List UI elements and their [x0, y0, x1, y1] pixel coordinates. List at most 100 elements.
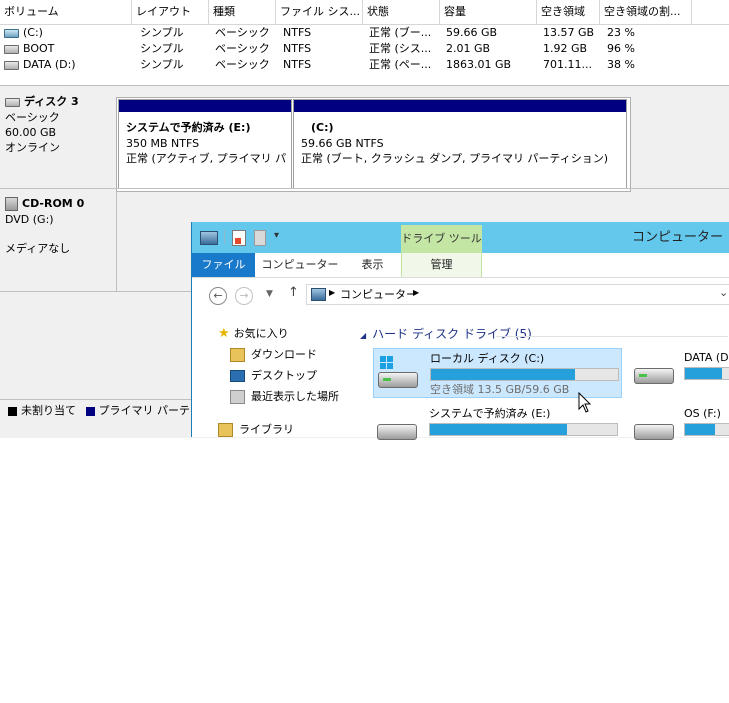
hard-drive-icon [632, 416, 676, 452]
nav-item-recent[interactable]: 最近表示した場所 [230, 389, 339, 405]
partition-size: 350 MB NTFS [126, 137, 200, 150]
volume-cell-name: BOOT [4, 41, 128, 57]
col-volume[interactable]: ボリューム [0, 0, 132, 24]
drive-usage-fill [685, 368, 723, 379]
volume-cell-layout: シンプル [140, 58, 184, 71]
nav-favorites[interactable]: ★ お気に入り [218, 326, 289, 342]
forward-arrow-icon[interactable]: → [235, 287, 253, 305]
volume-cell-free: 701.11... [543, 58, 592, 71]
disk-state: オンライン [5, 141, 60, 154]
nav-item-label: デスクトップ [251, 369, 317, 382]
nav-item-downloads[interactable]: ダウンロード [230, 347, 317, 363]
drive-usage-bar [430, 368, 619, 381]
volume-cell-layout: シンプル [140, 26, 184, 39]
drive-name: システムで予約済み (E:) [429, 407, 551, 420]
cdrom-0-label[interactable]: CD-ROM 0 DVD (G:) メディアなし [5, 196, 113, 286]
new-folder-icon[interactable] [254, 230, 266, 246]
tab-computer[interactable]: コンピューター [255, 253, 345, 277]
partition-title: (C:) [311, 121, 334, 134]
hard-drive-icon [632, 358, 676, 394]
drive-tile-d[interactable]: DATA (D:) [632, 348, 729, 398]
separator [224, 230, 225, 244]
unallocated-swatch [8, 406, 17, 416]
col-free[interactable]: 空き領域 [537, 0, 600, 24]
tab-file[interactable]: ファイル [192, 253, 255, 277]
breadcrumb-chevron-icon[interactable]: ▶ [329, 288, 335, 297]
col-free-pct[interactable]: 空き領域の割... [600, 0, 692, 24]
properties-check [235, 238, 241, 244]
context-tab-drive-tools: ドライブ ツール [401, 225, 482, 253]
col-type[interactable]: 種類 [209, 0, 276, 24]
primary-swatch [85, 406, 95, 416]
col-layout[interactable]: レイアウト [132, 0, 209, 24]
partition-title: システムで予約済み (E:) [126, 121, 251, 134]
nav-libraries[interactable]: ライブラリ [218, 422, 294, 438]
volume-cell-free: 1.92 GB [543, 42, 588, 55]
collapse-icon: ◢ [360, 331, 367, 340]
explorer-titlebar[interactable]: ▾ ドライブ ツール コンピューター [192, 222, 729, 253]
breadcrumb-computer[interactable]: コンピューター [340, 285, 417, 304]
volume-row[interactable]: (C:) シンプル ベーシック NTFS 正常 (ブー... 59.66 GB 13.57 … [0, 25, 729, 41]
volume-name: BOOT [23, 42, 55, 55]
volume-icon [4, 44, 19, 54]
partition-system-reserved[interactable]: システムで予約済み (E:) 350 MB NTFS 正常 (アクティブ, プラ… [118, 99, 292, 189]
volume-cell-status: 正常 (シス... [369, 42, 432, 55]
volume-cell-type: ベーシック [215, 42, 270, 55]
address-dropdown-icon[interactable]: ⌄ [719, 286, 728, 299]
disk-3-partitions: システムで予約済み (E:) 350 MB NTFS 正常 (アクティブ, プラ… [116, 97, 631, 192]
drive-tile-f[interactable]: OS (F:) [632, 404, 729, 444]
legend-primary: プライマリ パーティシ [98, 404, 200, 417]
drive-usage-bar [429, 423, 618, 436]
volume-cell-free: 13.57 GB [543, 26, 595, 39]
navigation-bar: ← → ▼ ↑ ▶ コンピューター ▶ ⌄ [192, 278, 729, 312]
volume-cell-type: ベーシック [215, 58, 270, 71]
drive-tile-c[interactable]: ローカル ディスク (C:) 空き領域 13.5 GB/59.6 GB [373, 348, 622, 398]
address-bar[interactable]: ▶ コンピューター ▶ ⌄ [306, 284, 729, 305]
group-header[interactable]: ◢ ハード ディスク ドライブ (5) [360, 326, 532, 344]
disk-type: DVD (G:) [5, 213, 54, 226]
disk-icon [5, 97, 20, 107]
window-title: コンピューター [632, 230, 724, 245]
nav-favorites-label: お気に入り [233, 327, 289, 340]
group-divider [496, 336, 728, 337]
tab-manage[interactable]: 管理 [401, 253, 482, 277]
volume-cell-name: (C:) [4, 25, 128, 41]
volume-cell-pct: 96 % [607, 42, 635, 55]
recent-dropdown-icon[interactable]: ▼ [266, 289, 273, 299]
drive-usage-fill [431, 369, 575, 380]
libraries-icon [218, 423, 233, 437]
volume-cell-pct: 38 % [607, 58, 635, 71]
col-filesystem[interactable]: ファイル シス... [276, 0, 363, 24]
disk-3-label[interactable]: ディスク 3 ベーシック 60.00 GB オンライン [5, 94, 113, 186]
volume-cell-capacity: 1863.01 GB [446, 58, 512, 71]
nav-item-label: 最近表示した場所 [251, 390, 339, 403]
downloads-folder-icon [230, 348, 245, 362]
volume-row[interactable]: BOOT シンプル ベーシック NTFS 正常 (シス... 2.01 GB 1.92 GB… [0, 41, 729, 57]
disk-type: ベーシック [5, 111, 60, 124]
volume-row[interactable]: DATA (D:) シンプル ベーシック NTFS 正常 (ペー... 1863.01 G… [0, 57, 729, 73]
volume-cell-status: 正常 (ペー... [369, 58, 432, 71]
customize-quick-access-icon[interactable]: ▾ [274, 230, 279, 241]
col-capacity[interactable]: 容量 [440, 0, 537, 24]
computer-icon[interactable] [200, 231, 218, 245]
desktop-icon [230, 370, 245, 382]
partition-status: 正常 (アクティブ, プライマリ パーティ [126, 152, 286, 165]
volume-system-icon [4, 28, 19, 38]
breadcrumb-chevron-icon[interactable]: ▶ [413, 288, 419, 297]
up-arrow-icon[interactable]: ↑ [288, 285, 299, 300]
col-status[interactable]: 状態 [363, 0, 440, 24]
disk-name: CD-ROM 0 [22, 197, 85, 210]
back-arrow-icon[interactable]: ← [209, 287, 227, 305]
volume-name: DATA (D:) [23, 58, 76, 71]
primary-partition-bar [119, 100, 291, 112]
volume-cell-pct: 23 % [607, 26, 635, 39]
tab-view[interactable]: 表示 [345, 253, 400, 277]
partition-c[interactable]: (C:) 59.66 GB NTFS 正常 (ブート, クラッシュ ダンプ, プ… [293, 99, 627, 189]
drive-usage-bar [684, 423, 729, 436]
group-header-label: ハード ディスク ドライブ (5) [372, 327, 532, 341]
navigation-pane: ★ お気に入り ダウンロード デスクトップ 最近表示した場所 ライブラリ [192, 312, 352, 437]
explorer-window: ▾ ドライブ ツール コンピューター ファイル コンピューター 表示 管理 ← … [191, 222, 729, 440]
nav-item-desktop[interactable]: デスクトップ [230, 368, 317, 384]
nav-item-label: ダウンロード [251, 348, 317, 361]
recent-places-icon [230, 390, 245, 404]
